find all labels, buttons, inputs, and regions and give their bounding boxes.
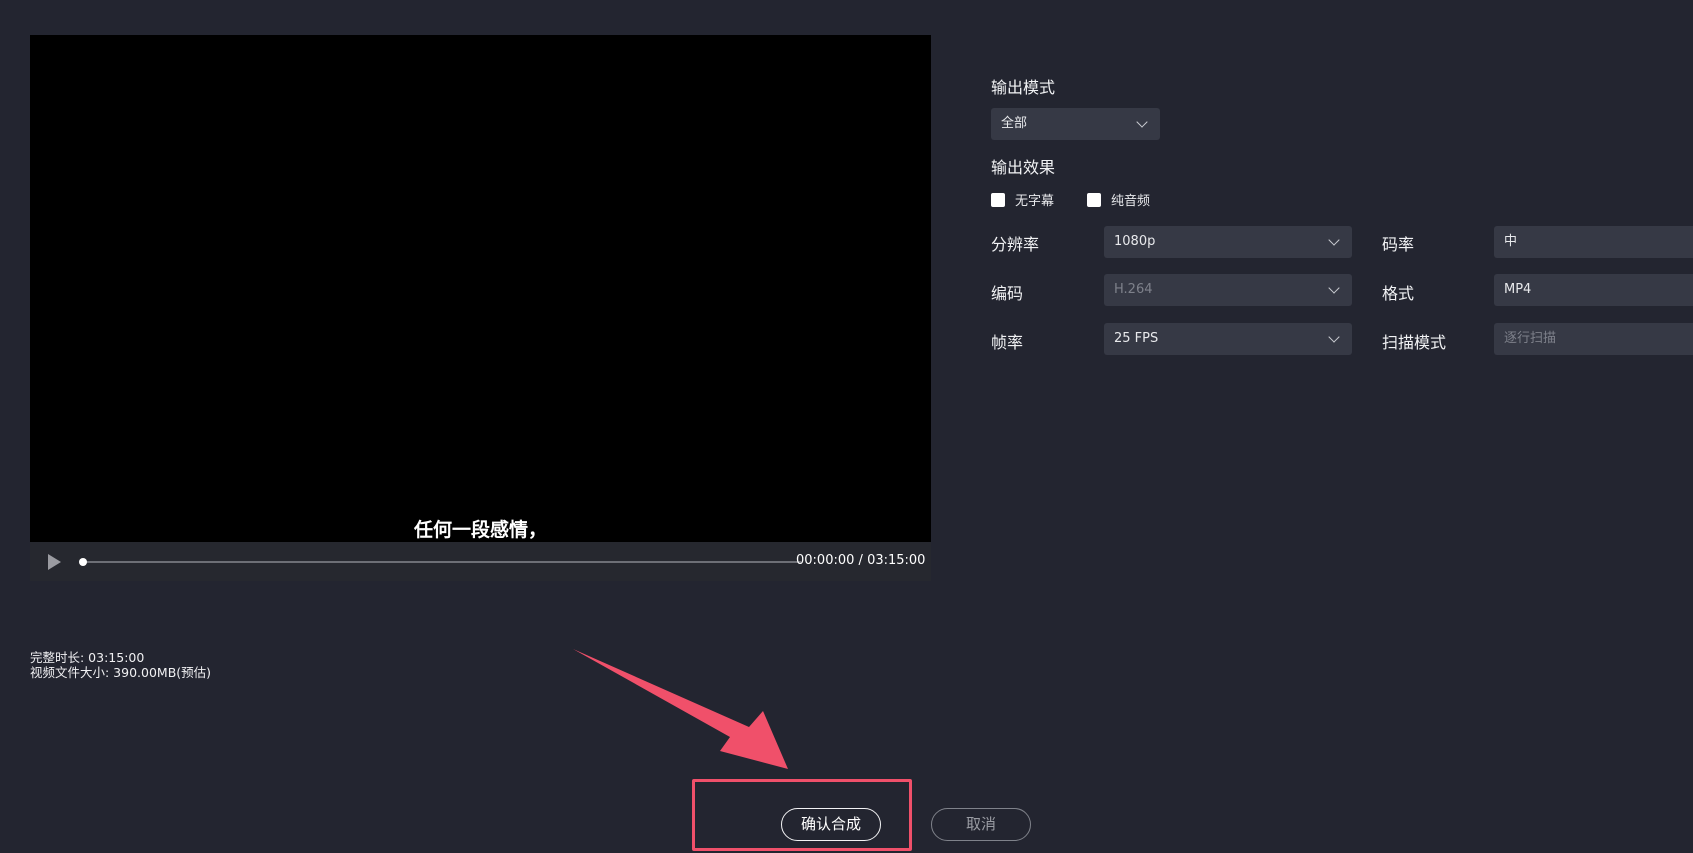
progress-track[interactable] xyxy=(82,561,801,563)
scan-mode-value: 逐行扫描 xyxy=(1504,331,1557,346)
codec-label: 编码 xyxy=(991,284,1024,303)
bitrate-label: 码率 xyxy=(1382,235,1415,254)
chevron-down-icon xyxy=(1328,282,1340,294)
progress-knob[interactable] xyxy=(79,558,87,566)
chevron-down-icon xyxy=(1328,234,1340,246)
audio-only-checkbox[interactable]: 纯音频 xyxy=(1087,190,1150,209)
format-value: MP4 xyxy=(1504,282,1532,297)
resolution-value: 1080p xyxy=(1114,234,1156,249)
audio-only-label: 纯音频 xyxy=(1111,194,1151,209)
format-select[interactable]: MP4 xyxy=(1494,274,1693,306)
duration-text: 完整时长: 03:15:00 xyxy=(30,650,145,665)
time-current: 00:00:00 xyxy=(796,553,855,568)
output-mode-select[interactable]: 全部 xyxy=(991,108,1160,140)
codec-select: H.264 xyxy=(1104,274,1352,306)
framerate-value: 25 FPS xyxy=(1114,331,1159,346)
output-effect-label: 输出效果 xyxy=(991,158,1056,177)
codec-value: H.264 xyxy=(1114,282,1153,297)
timecode: 00:00:00 / 03:15:00 xyxy=(796,553,925,568)
framerate-select[interactable]: 25 FPS xyxy=(1104,323,1352,355)
output-mode-label: 输出模式 xyxy=(991,78,1056,97)
time-total: 03:15:00 xyxy=(867,553,926,568)
video-screen: 任何一段感情， xyxy=(30,35,931,542)
cancel-button[interactable]: 取消 xyxy=(931,808,1031,841)
output-mode-value: 全部 xyxy=(1001,116,1028,131)
annotation-arrow-icon xyxy=(573,649,788,769)
format-label: 格式 xyxy=(1382,284,1415,303)
bitrate-value: 中 xyxy=(1504,234,1518,249)
checkbox-box[interactable] xyxy=(1087,192,1101,207)
time-separator: / xyxy=(858,553,863,568)
scan-mode-select: 逐行扫描 xyxy=(1494,323,1693,355)
no-subtitle-checkbox[interactable]: 无字幕 xyxy=(991,190,1054,209)
scan-mode-label: 扫描模式 xyxy=(1382,333,1447,352)
chevron-down-icon xyxy=(1136,116,1148,128)
confirm-button[interactable]: 确认合成 xyxy=(781,808,881,841)
chevron-down-icon xyxy=(1328,331,1340,343)
framerate-label: 帧率 xyxy=(991,333,1024,352)
resolution-label: 分辨率 xyxy=(991,235,1040,254)
player-controls: 00:00:00 / 03:15:00 xyxy=(30,542,931,581)
video-info: 完整时长: 03:15:00 视频文件大小: 390.00MB(预估) xyxy=(30,650,211,680)
video-subtitle: 任何一段感情， xyxy=(413,519,547,541)
checkbox-box[interactable] xyxy=(991,192,1005,207)
video-preview: 任何一段感情， 00:00:00 / 03:15:00 xyxy=(30,35,931,581)
bitrate-select[interactable]: 中 xyxy=(1494,226,1693,258)
resolution-select[interactable]: 1080p xyxy=(1104,226,1352,258)
no-subtitle-label: 无字幕 xyxy=(1015,194,1055,209)
file-size-text: 视频文件大小: 390.00MB(预估) xyxy=(30,665,212,680)
play-icon[interactable] xyxy=(48,554,61,570)
